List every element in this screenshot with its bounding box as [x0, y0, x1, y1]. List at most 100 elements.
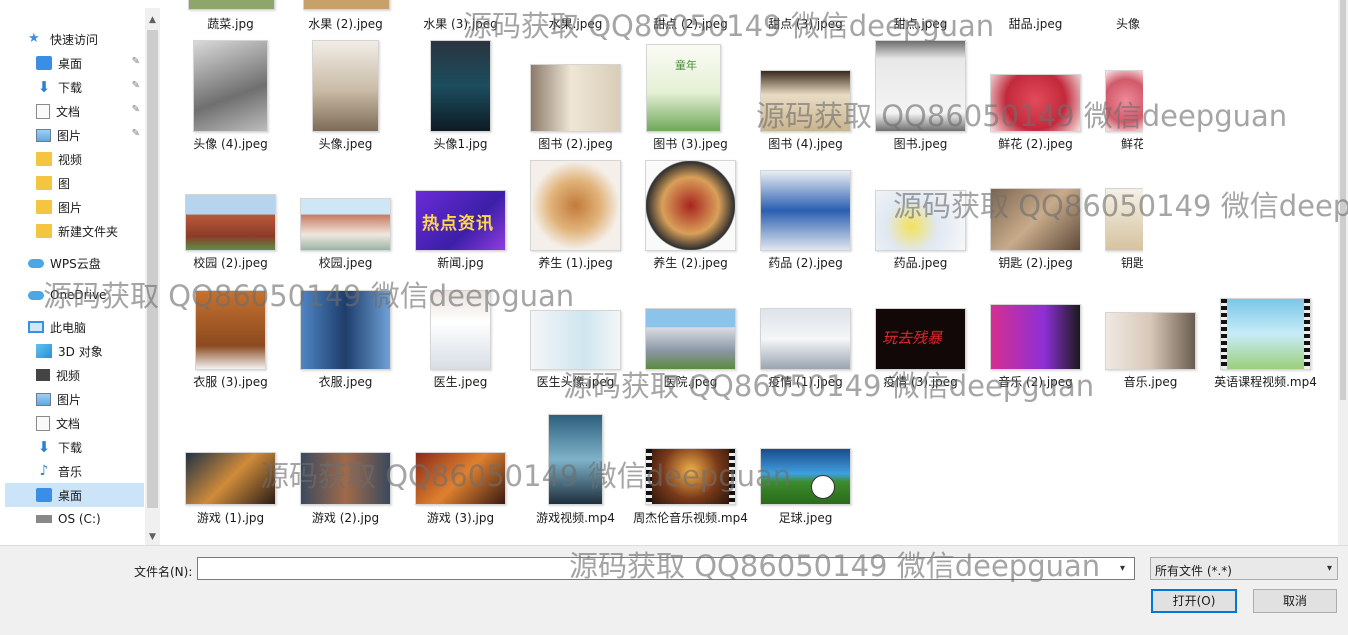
- file-item[interactable]: 游戏视频.mp4: [518, 412, 633, 542]
- nav-folder-tu[interactable]: 图: [36, 171, 144, 195]
- scroll-up-icon[interactable]: ▲: [145, 12, 160, 28]
- file-item[interactable]: 头像 (4).jpeg: [173, 40, 288, 155]
- nav-documents[interactable]: 文档: [36, 411, 144, 435]
- thumbnail: 童年: [646, 44, 721, 132]
- file-item[interactable]: 图书.jpeg: [863, 40, 978, 155]
- nav-scrollbar[interactable]: ▲ ▼: [145, 8, 160, 545]
- thumbnail-text: 玩去残暴: [882, 329, 943, 347]
- nav-documents-pinned[interactable]: 文档 ✎: [36, 99, 144, 123]
- file-item[interactable]: 甜品.jpeg: [978, 0, 1093, 32]
- nav-videos[interactable]: 视频: [36, 363, 144, 387]
- thumbnail: [185, 194, 276, 251]
- nav-onedrive[interactable]: OneDrive: [28, 283, 144, 307]
- file-item[interactable]: 养生 (1).jpeg: [518, 160, 633, 275]
- file-item[interactable]: 头像.jpeg: [288, 40, 403, 155]
- nav-folder-videos[interactable]: 视频: [36, 147, 144, 171]
- scroll-down-icon[interactable]: ▼: [145, 529, 160, 545]
- file-item[interactable]: 足球.jpeg: [748, 412, 863, 542]
- file-item[interactable]: 甜点 (2).jpeg: [633, 0, 748, 32]
- scroll-thumb[interactable]: [147, 30, 158, 508]
- open-button[interactable]: 打开(O): [1151, 589, 1237, 613]
- nav-label: 图: [58, 176, 71, 191]
- nav-folder-pictures[interactable]: 图片: [36, 195, 144, 219]
- file-item[interactable]: 游戏 (3).jpg: [403, 412, 518, 542]
- file-name: 音乐.jpeg: [1123, 375, 1178, 389]
- file-item[interactable]: 校园 (2).jpeg: [173, 160, 288, 275]
- file-item[interactable]: 玩去残暴 疫情 (3).jpeg: [863, 290, 978, 410]
- file-item[interactable]: 甜点.jpeg: [863, 0, 978, 32]
- thumbnail: [760, 308, 851, 370]
- file-item[interactable]: 图书 (4).jpeg: [748, 40, 863, 155]
- file-item[interactable]: 养生 (2).jpeg: [633, 160, 748, 275]
- file-name: 甜点.jpeg: [893, 17, 948, 31]
- navigation-pane: ★ 快速访问 桌面 ✎ ⬇ 下载 ✎ 文档 ✎ 图片 ✎ 视频 图 图片 新建文…: [0, 0, 160, 545]
- file-item[interactable]: 鲜花 (2).jpeg: [978, 40, 1093, 155]
- file-name: 头像 (4).jpeg: [193, 137, 268, 151]
- pin-icon: ✎: [131, 104, 140, 115]
- thumbnail: [1105, 188, 1143, 251]
- file-item[interactable]: 甜点 (3).jpeg: [748, 0, 863, 32]
- nav-folder-new[interactable]: 新建文件夹: [36, 219, 144, 243]
- nav-downloads[interactable]: ⬇ 下载: [36, 435, 144, 459]
- file-type-select[interactable]: 所有文件 (*.*) ▾: [1150, 557, 1338, 580]
- file-name: 药品 (2).jpeg: [768, 256, 843, 270]
- file-item[interactable]: 周杰伦音乐视频.mp4: [633, 412, 748, 542]
- file-name: 图书.jpeg: [893, 137, 948, 151]
- file-item[interactable]: 蔬菜.jpg: [173, 0, 288, 32]
- nav-pictures[interactable]: 图片: [36, 387, 144, 411]
- nav-3d-objects[interactable]: 3D 对象: [36, 339, 144, 363]
- file-name: 校园.jpeg: [318, 256, 373, 270]
- nav-desktop[interactable]: 桌面: [5, 483, 144, 507]
- nav-this-pc[interactable]: 此电脑: [28, 315, 144, 339]
- file-name: 甜品.jpeg: [1008, 17, 1063, 31]
- file-item[interactable]: 水果.jpeg: [518, 0, 633, 32]
- file-item[interactable]: 疫情 (1).jpeg: [748, 290, 863, 410]
- nav-label: 此电脑: [50, 320, 87, 335]
- file-item[interactable]: 医生头像.jpeg: [518, 290, 633, 410]
- nav-wps-cloud[interactable]: WPS云盘: [28, 251, 144, 275]
- nav-label: 文档: [56, 416, 81, 431]
- file-name: 养生 (1).jpeg: [538, 256, 613, 270]
- nav-desktop-pinned[interactable]: 桌面 ✎: [36, 51, 144, 75]
- file-name: 疫情 (1).jpeg: [768, 375, 843, 389]
- nav-music[interactable]: ♪ 音乐: [36, 459, 144, 483]
- file-item[interactable]: 头像: [1093, 0, 1153, 32]
- thumbnail: [1220, 298, 1311, 370]
- file-name: 钥匙 (2).jpeg: [998, 256, 1073, 270]
- file-item[interactable]: 鲜花: [1093, 40, 1143, 155]
- filename-input[interactable]: [197, 557, 1135, 580]
- chevron-down-icon[interactable]: ▾: [1120, 563, 1125, 574]
- file-item[interactable]: 衣服 (3).jpeg: [173, 290, 288, 410]
- file-item[interactable]: 水果 (2).jpeg: [288, 0, 403, 32]
- file-item[interactable]: 游戏 (2).jpg: [288, 412, 403, 542]
- download-icon: ⬇: [37, 438, 51, 456]
- thumbnail: [645, 160, 736, 251]
- file-name: 医生头像.jpeg: [536, 375, 615, 389]
- scroll-thumb[interactable]: [1340, 0, 1346, 400]
- file-item[interactable]: 英语课程视频.mp4: [1208, 290, 1323, 410]
- file-item[interactable]: 药品 (2).jpeg: [748, 160, 863, 275]
- file-list-scrollbar[interactable]: [1338, 0, 1348, 545]
- file-item[interactable]: 钥匙 (2).jpeg: [978, 160, 1093, 275]
- file-item[interactable]: 钥匙: [1093, 160, 1143, 275]
- file-item[interactable]: 水果 (3).jpeg: [403, 0, 518, 32]
- cancel-button[interactable]: 取消: [1253, 589, 1337, 613]
- thumbnail: [875, 40, 966, 132]
- nav-quick-access[interactable]: ★ 快速访问: [28, 27, 160, 51]
- thumbnail: [300, 452, 391, 505]
- file-item[interactable]: 衣服.jpeg: [288, 290, 403, 410]
- file-item[interactable]: 药品.jpeg: [863, 160, 978, 275]
- file-item[interactable]: 校园.jpeg: [288, 160, 403, 275]
- file-item[interactable]: 头像1.jpg: [403, 40, 518, 155]
- nav-os-drive[interactable]: OS (C:): [36, 507, 144, 531]
- file-item[interactable]: 童年 图书 (3).jpeg: [633, 40, 748, 155]
- file-item[interactable]: 医生.jpeg: [403, 290, 518, 410]
- file-item[interactable]: 热点资讯 新闻.jpg: [403, 160, 518, 275]
- file-item[interactable]: 游戏 (1).jpg: [173, 412, 288, 542]
- file-item[interactable]: 音乐.jpeg: [1093, 290, 1208, 410]
- file-item[interactable]: 音乐 (2).jpeg: [978, 290, 1093, 410]
- file-item[interactable]: 图书 (2).jpeg: [518, 40, 633, 155]
- file-item[interactable]: 医院.jpeg: [633, 290, 748, 410]
- nav-download-pinned[interactable]: ⬇ 下载 ✎: [36, 75, 144, 99]
- nav-pictures-pinned[interactable]: 图片 ✎: [36, 123, 144, 147]
